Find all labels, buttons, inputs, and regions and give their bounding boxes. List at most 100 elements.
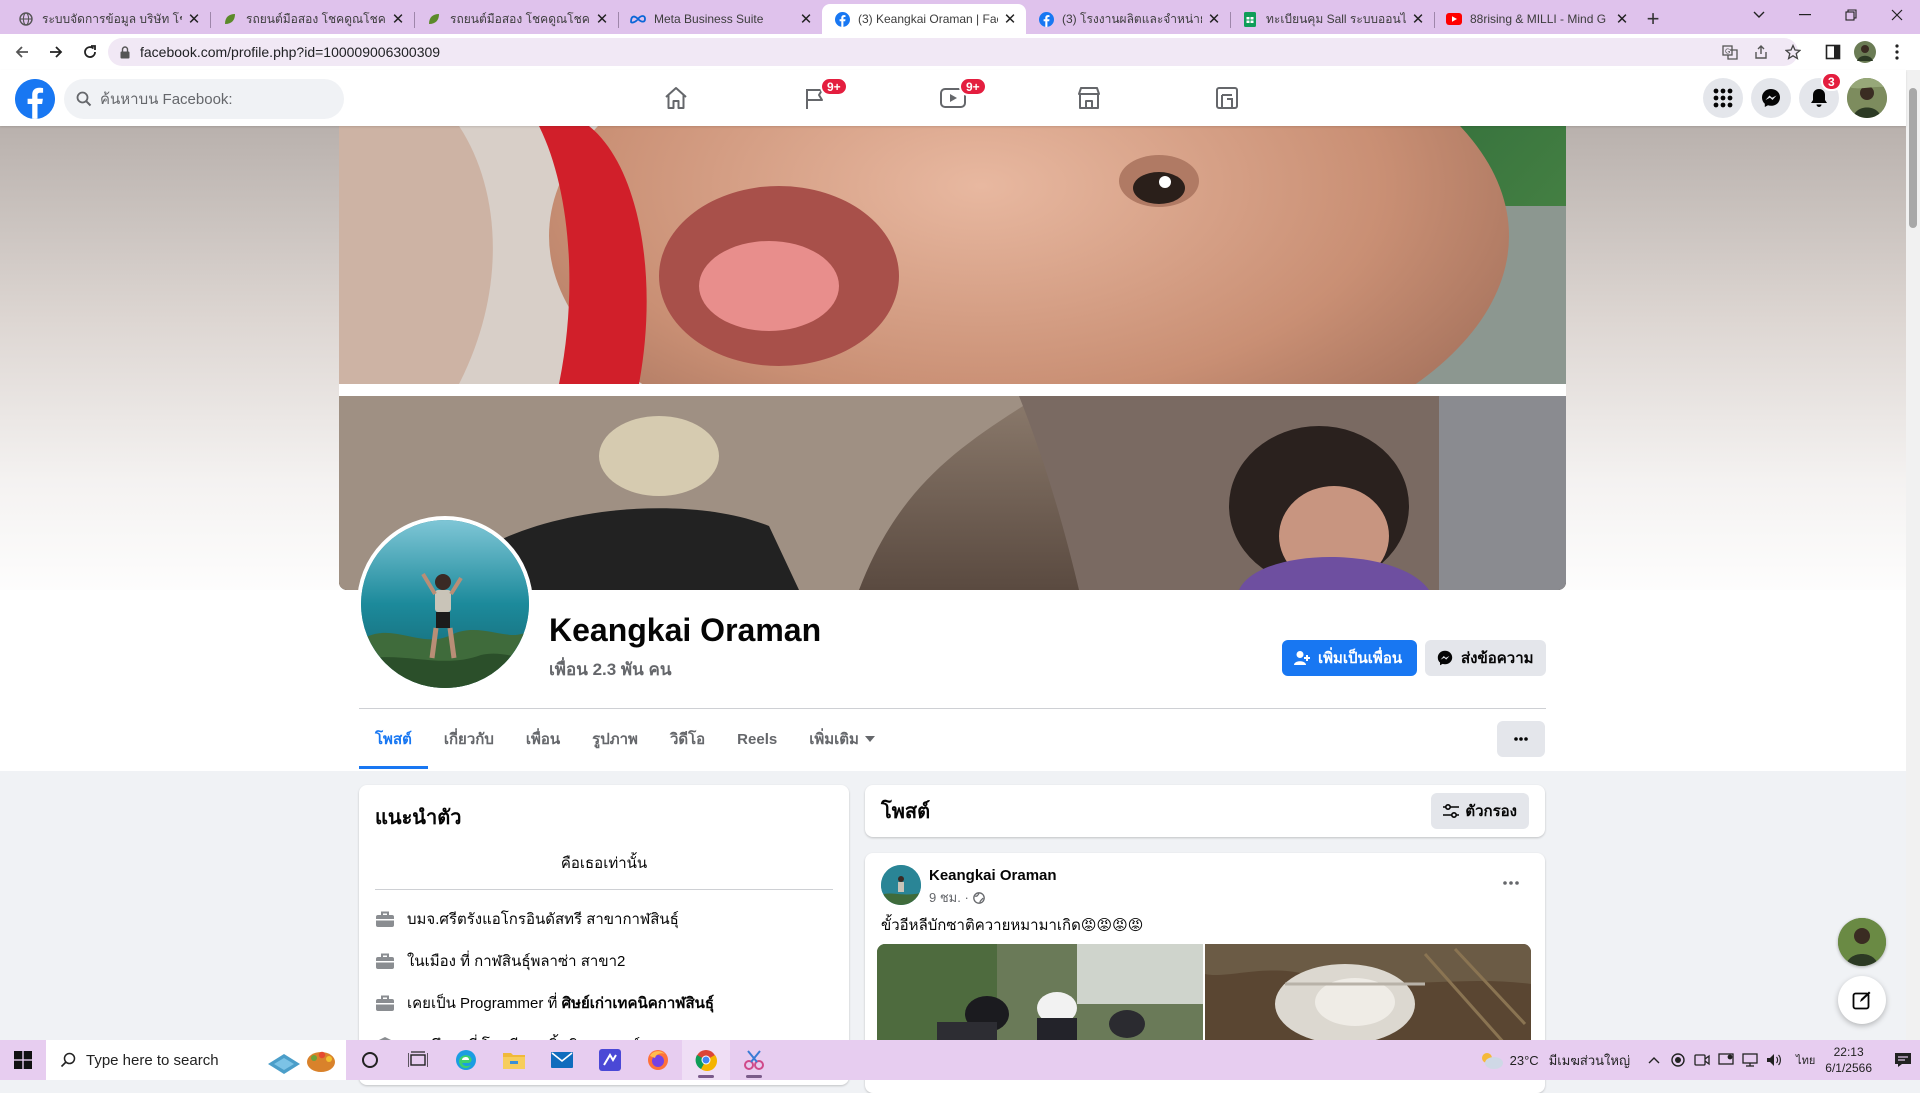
intro-text[interactable]: บมจ.ศรีตรังแอโกรอินดัสทรี สาขากาฬสินธุ์ [407, 907, 679, 931]
posts-title: โพสต์ [881, 801, 931, 823]
tab-about[interactable]: เกี่ยวกับ [428, 709, 510, 769]
tab-close-icon[interactable]: ✕ [1614, 11, 1630, 28]
post-image[interactable] [877, 944, 1203, 1044]
weather-description[interactable]: มีเมฆส่วนใหญ่ [1549, 1050, 1630, 1071]
facebook-search-box[interactable] [64, 79, 344, 119]
tab-posts[interactable]: โพสต์ [359, 709, 428, 769]
post-timestamp[interactable]: 9 ชม. · [929, 887, 969, 908]
snipping-tool-button[interactable] [730, 1040, 778, 1080]
action-center-icon[interactable] [1886, 1040, 1920, 1080]
tab-close-icon[interactable]: ✕ [1206, 11, 1222, 28]
edge-taskbar-button[interactable] [442, 1040, 490, 1080]
notifications-button[interactable]: 3 [1799, 72, 1842, 118]
restore-icon[interactable] [1828, 0, 1874, 30]
nav-groups[interactable]: 9+ [760, 74, 870, 122]
browser-tab[interactable]: 88rising & MILLI - Mind G ✕ [1434, 4, 1638, 34]
browser-tab[interactable]: ทะเบียนคุม Sall ระบบออนไลน์ ✕ [1230, 4, 1434, 34]
browser-toolbar: facebook.com/profile.php?id=100009006300… [0, 34, 1920, 70]
scrollbar-thumb[interactable] [1909, 88, 1917, 228]
post-author-avatar[interactable] [881, 865, 921, 905]
facebook-logo-icon[interactable] [15, 79, 55, 119]
account-avatar[interactable] [1847, 78, 1887, 118]
input-language[interactable]: ไทย [1796, 1051, 1815, 1069]
clock[interactable]: 22:13 6/1/2566 [1825, 1044, 1872, 1076]
mail-button[interactable] [538, 1040, 586, 1080]
browser-tab-active[interactable]: (3) Keangkai Oraman | Face ✕ [822, 4, 1026, 34]
browser-tab[interactable]: Meta Business Suite ✕ [618, 4, 822, 34]
cortana-button[interactable] [346, 1040, 394, 1080]
weather-cloud-sun-icon[interactable] [1478, 1050, 1504, 1070]
volume-icon[interactable] [1762, 1040, 1786, 1080]
weather-temperature[interactable]: 23°C [1510, 1053, 1539, 1068]
minimize-icon[interactable] [1782, 0, 1828, 30]
tab-friends[interactable]: เพื่อน [510, 709, 576, 769]
file-explorer-button[interactable] [490, 1040, 538, 1080]
send-message-button[interactable]: ส่งข้อความ [1425, 640, 1546, 676]
firefox-button[interactable] [634, 1040, 682, 1080]
reload-button[interactable] [74, 36, 106, 68]
tray-overflow-chevron-icon[interactable] [1642, 1040, 1666, 1080]
menu-grid-button[interactable] [1703, 78, 1743, 118]
post-options-button[interactable] [1493, 865, 1529, 901]
cover-photo[interactable] [339, 126, 1566, 590]
page-scrollbar[interactable] [1906, 70, 1920, 1040]
nav-marketplace[interactable] [1034, 74, 1144, 122]
facebook-search-input[interactable] [100, 90, 320, 108]
tab-reels[interactable]: Reels [721, 709, 793, 769]
nav-home[interactable] [621, 74, 731, 122]
taskbar-search-box[interactable]: Type here to search [46, 1040, 346, 1080]
tab-close-icon[interactable]: ✕ [1410, 11, 1426, 28]
close-window-icon[interactable] [1874, 0, 1920, 30]
add-friend-button[interactable]: เพิ่มเป็นเพื่อน [1282, 640, 1417, 676]
power-automate-button[interactable] [586, 1040, 634, 1080]
intro-link[interactable]: ศิษย์เก่าเทคนิคกาฬสินธุ์ [562, 991, 715, 1015]
new-message-button[interactable] [1838, 976, 1886, 1024]
browser-tab[interactable]: ระบบจัดการข้อมูล บริษัท โชคดูเ ✕ [6, 4, 210, 34]
nav-watch[interactable]: 9+ [898, 74, 1008, 122]
post-author-name[interactable]: Keangkai Oraman [929, 867, 1057, 884]
friend-count[interactable]: เพื่อน 2.3 พัน คน [549, 656, 671, 683]
chrome-taskbar-button[interactable] [682, 1040, 730, 1080]
share-icon[interactable] [1748, 39, 1774, 65]
edge-icon [454, 1048, 478, 1072]
tab-close-icon[interactable]: ✕ [390, 11, 406, 28]
tab-close-icon[interactable]: ✕ [1002, 11, 1018, 28]
task-view-button[interactable] [394, 1040, 442, 1080]
tab-photos[interactable]: รูปภาพ [576, 709, 654, 769]
tab-close-icon[interactable]: ✕ [798, 11, 814, 28]
forward-button[interactable] [40, 36, 72, 68]
side-panel-icon[interactable] [1820, 39, 1846, 65]
chat-head-avatar[interactable] [1838, 918, 1886, 966]
browser-tab[interactable]: รถยนต์มือสอง โชคดูณโชค อุดร ✕ [414, 4, 618, 34]
profile-picture[interactable] [357, 516, 533, 692]
more-horizontal-icon [1514, 737, 1528, 741]
nav-gaming[interactable] [1172, 74, 1282, 122]
network-icon[interactable] [1738, 1040, 1762, 1080]
post-meta: 9 ชม. · [929, 887, 985, 908]
browser-tab[interactable]: รถยนต์มือสอง โชคดูณโชค อุดร ✕ [210, 4, 414, 34]
notification-app-icon[interactable] [1714, 1040, 1738, 1080]
meet-now-icon[interactable] [1690, 1040, 1714, 1080]
record-icon[interactable] [1666, 1040, 1690, 1080]
posts-header-card: โพสต์ ตัวกรอง [865, 785, 1545, 837]
tab-more[interactable]: เพิ่มเติม [793, 709, 891, 769]
messenger-button[interactable] [1751, 78, 1791, 118]
tab-close-icon[interactable]: ✕ [594, 11, 610, 28]
firefox-icon [646, 1048, 670, 1072]
profile-avatar[interactable] [1852, 39, 1878, 65]
menu-kebab-icon[interactable] [1884, 39, 1910, 65]
filter-button[interactable]: ตัวกรอง [1431, 793, 1529, 829]
address-bar[interactable]: facebook.com/profile.php?id=100009006300… [108, 38, 1798, 66]
tab-search-chevron-icon[interactable] [1736, 0, 1782, 30]
intro-text[interactable]: ในเมือง ที่ กาฬสินธุ์พลาซ่า สาขา2 [407, 949, 625, 973]
profile-more-options-button[interactable] [1497, 721, 1545, 757]
translate-icon[interactable]: G [1717, 39, 1743, 65]
browser-tab[interactable]: (3) โรงงานผลิตและจำหน่ายรถยน ✕ [1026, 4, 1230, 34]
tab-close-icon[interactable]: ✕ [186, 11, 202, 28]
post-image[interactable] [1205, 944, 1531, 1044]
bookmark-star-icon[interactable] [1780, 39, 1806, 65]
back-button[interactable] [6, 36, 38, 68]
windows-start-button[interactable] [0, 1040, 46, 1080]
tab-videos[interactable]: วิดีโอ [654, 709, 721, 769]
new-tab-button[interactable]: + [1638, 4, 1668, 34]
